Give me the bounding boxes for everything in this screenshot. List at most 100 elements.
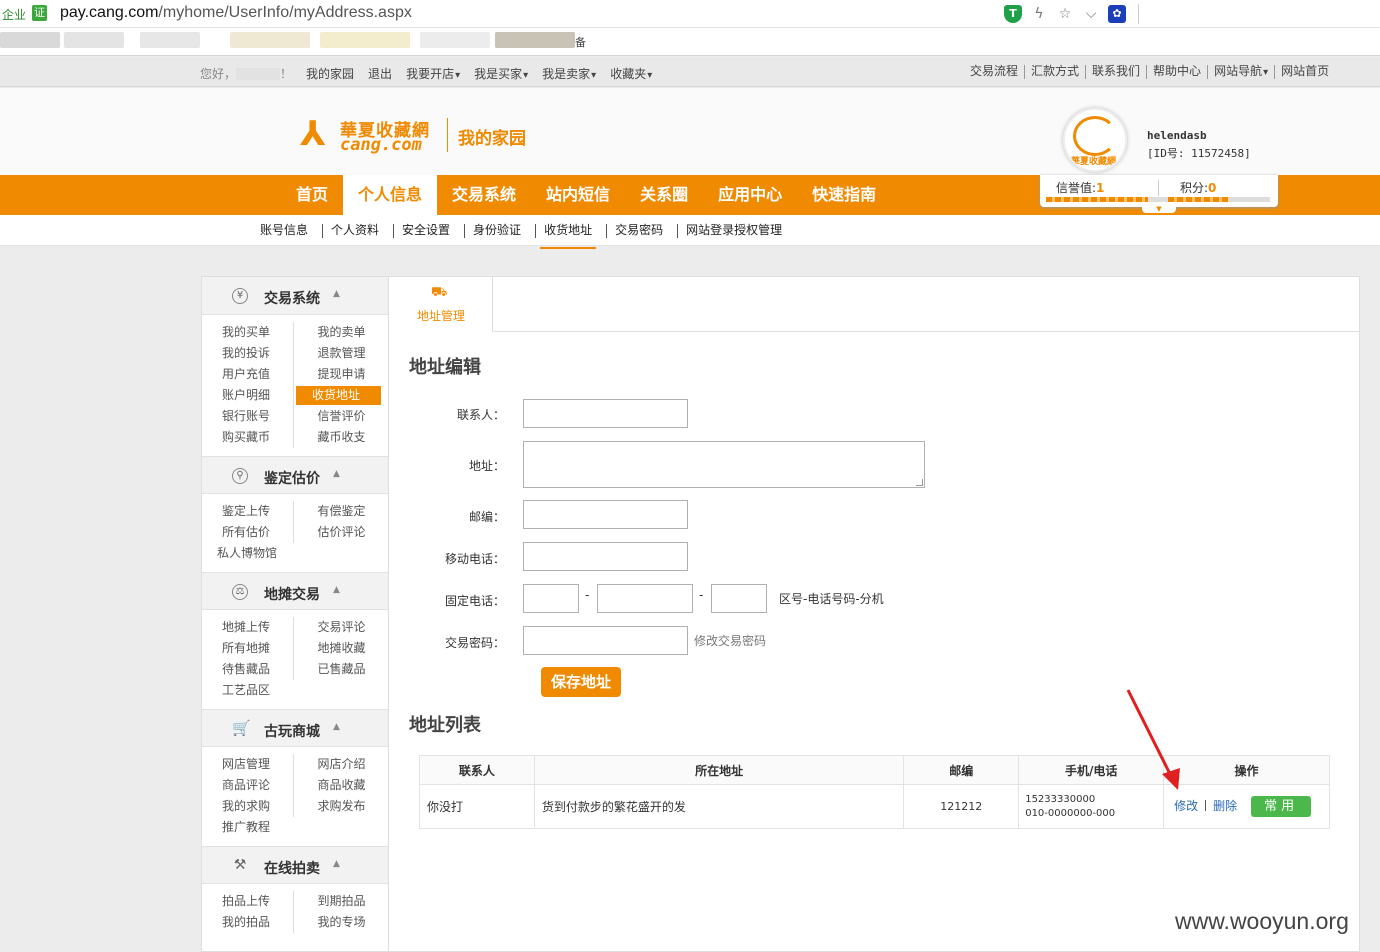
phone-number-input[interactable] (597, 584, 693, 613)
subnav-trade-password[interactable]: 交易密码 (606, 224, 671, 238)
sidebar-link[interactable]: 藏币收支 (294, 427, 389, 448)
subnav-profile[interactable]: 个人资料 (322, 224, 387, 238)
mobile-input[interactable] (523, 542, 688, 571)
sidebar-link[interactable]: 我的投诉 (202, 343, 294, 364)
top-link-logout[interactable]: 退出 (368, 65, 392, 82)
sidebar-link[interactable]: 工艺品区 (202, 680, 294, 701)
top-link-trade-flow[interactable]: 交易流程 (970, 65, 1024, 79)
top-link-payment[interactable]: 汇款方式 (1024, 65, 1085, 79)
set-default-button[interactable]: 常用 (1251, 796, 1312, 817)
avatar-logo-icon (1073, 116, 1117, 156)
security-shield-icon[interactable]: T (1004, 5, 1022, 23)
top-link-site-home[interactable]: 网站首页 (1274, 65, 1335, 79)
sidebar-link[interactable]: 商品评论 (202, 775, 294, 796)
sidebar-link[interactable]: 所有估价 (202, 522, 294, 543)
sidebar-link[interactable]: 网店介绍 (294, 754, 389, 775)
sidebar-link[interactable]: 已售藏品 (294, 659, 389, 680)
sidebar-link[interactable]: 求购发布 (294, 796, 389, 817)
sidebar-link[interactable]: 推广教程 (202, 817, 294, 838)
subnav-identity[interactable]: 身份验证 (464, 224, 529, 238)
sidebar-link[interactable]: 所有地摊 (202, 638, 294, 659)
address-textarea[interactable] (523, 441, 925, 488)
sidebar-section-auction[interactable]: ⚒ 在线拍卖 ▲ (202, 846, 388, 884)
sidebar-link[interactable]: 鉴定上传 (202, 501, 294, 522)
points-progress-bar (1168, 197, 1228, 202)
sidebar-link[interactable]: 到期拍品 (294, 891, 389, 912)
sidebar-section-mall[interactable]: 🛒 古玩商城 ▲ (202, 709, 388, 747)
contact-input[interactable] (523, 399, 688, 428)
chevron-down-icon[interactable]: ⌵ (1082, 5, 1100, 23)
zip-input[interactable] (523, 500, 688, 529)
nav-app-center[interactable]: 应用中心 (703, 175, 797, 215)
sidebar-link[interactable]: 账户明细 (202, 385, 294, 406)
sidebar-link[interactable]: 我的卖单 (294, 322, 389, 343)
sidebar-link-shipping-address-active[interactable]: 收货地址 (296, 386, 381, 405)
sidebar-link[interactable]: 我的专场 (294, 912, 389, 933)
sidebar-link[interactable]: 信誉评价 (294, 406, 389, 427)
sidebar-link[interactable]: 交易评论 (294, 617, 389, 638)
save-address-button[interactable]: 保存地址 (541, 667, 621, 697)
nav-quick-guide[interactable]: 快速指南 (797, 175, 891, 215)
sidebar-link[interactable]: 商品收藏 (294, 775, 389, 796)
extension-input[interactable] (711, 584, 767, 613)
sidebar-link[interactable]: 我的求购 (202, 796, 294, 817)
lightning-icon[interactable]: ϟ (1030, 5, 1048, 23)
browser-address-bar: 企业 证 pay.cang.com/myhome/UserInfo/myAddr… (0, 0, 1380, 28)
table-row: 你没打 货到付款步的繁花盛开的发 121212 15233330000 010-… (419, 784, 1330, 829)
nav-messages[interactable]: 站内短信 (531, 175, 625, 215)
nav-trade-system[interactable]: 交易系统 (437, 175, 531, 215)
tab-address-management[interactable]: ⛟ 地址管理 (389, 277, 493, 332)
sidebar-section-title: 古玩商城 (264, 724, 320, 740)
star-bookmark-icon[interactable]: ☆ (1056, 5, 1074, 23)
nav-relations[interactable]: 关系圈 (625, 175, 703, 215)
sidebar-link[interactable]: 地摊收藏 (294, 638, 389, 659)
subnav-security[interactable]: 安全设置 (393, 224, 458, 238)
sidebar-section-trade[interactable]: ¥ 交易系统 ▲ (202, 277, 388, 315)
bookmarks-bar: 备 (0, 28, 1380, 56)
credit-toggle-icon[interactable]: ▼ (1142, 205, 1176, 213)
delete-link[interactable]: 删除 (1213, 799, 1237, 813)
sidebar-link[interactable]: 拍品上传 (202, 891, 294, 912)
url-field[interactable]: pay.cang.com/myhome/UserInfo/myAddress.a… (60, 4, 412, 22)
sidebar-link[interactable]: 银行账号 (202, 406, 294, 427)
subnav-login-auth[interactable]: 网站登录授权管理 (677, 224, 790, 238)
top-link-site-nav[interactable]: 网站导航 (1207, 65, 1274, 79)
top-link-my-home[interactable]: 我的家园 (306, 65, 354, 82)
sidebar-section-stall[interactable]: ⚖ 地摊交易 ▲ (202, 572, 388, 610)
site-logo[interactable]: ⅄ 華夏收藏網 cang.com (300, 116, 440, 156)
sidebar-link[interactable]: 用户充值 (202, 364, 294, 385)
top-link-open-shop[interactable]: 我要开店 (406, 65, 460, 82)
trade-password-input[interactable] (523, 626, 688, 655)
sidebar-link[interactable]: 我的拍品 (202, 912, 294, 933)
sidebar-link[interactable]: 提现申请 (294, 364, 389, 385)
paw-extension-icon[interactable]: ✿ (1108, 5, 1126, 23)
avatar[interactable]: 華夏收藏網 (1063, 108, 1127, 172)
sidebar-section-appraisal[interactable]: ⚲ 鉴定估价 ▲ (202, 456, 388, 494)
chevron-up-icon: ▲ (333, 469, 340, 479)
sidebar-links-trade: 我的买单 我的卖单 我的投诉 退款管理 用户充值 提现申请 账户明细 收货地址 银行账号… (202, 315, 388, 456)
cell-zip: 121212 (903, 784, 1020, 829)
top-link-contact[interactable]: 联系我们 (1085, 65, 1146, 79)
subnav-account-info[interactable]: 账号信息 (252, 224, 316, 238)
sidebar-link[interactable]: 购买藏币 (202, 427, 294, 448)
nav-home[interactable]: 首页 (281, 175, 343, 215)
sidebar-link[interactable]: 退款管理 (294, 343, 389, 364)
sidebar-link[interactable]: 有偿鉴定 (294, 501, 389, 522)
area-code-input[interactable] (523, 584, 579, 613)
certificate-icon[interactable]: 证 (32, 5, 47, 21)
top-link-help[interactable]: 帮助中心 (1146, 65, 1207, 79)
top-link-buyer[interactable]: 我是买家 (474, 65, 528, 82)
sidebar-links-auction: 拍品上传 到期拍品 我的拍品 我的专场 (202, 884, 388, 941)
nav-personal-info[interactable]: 个人信息 (343, 175, 438, 215)
sidebar-link[interactable]: 网店管理 (202, 754, 294, 775)
sidebar-link[interactable]: 地摊上传 (202, 617, 294, 638)
change-password-link[interactable]: 修改交易密码 (694, 632, 766, 649)
top-link-favorites[interactable]: 收藏夹 (610, 65, 652, 82)
sidebar-link[interactable]: 我的买单 (202, 322, 294, 343)
sidebar-link[interactable]: 待售藏品 (202, 659, 294, 680)
edit-link[interactable]: 修改 (1174, 799, 1198, 813)
sidebar-link[interactable]: 估价评论 (294, 522, 389, 543)
subnav-shipping-address[interactable]: 收货地址 (535, 224, 600, 249)
top-link-seller[interactable]: 我是卖家 (542, 65, 596, 82)
sidebar-link[interactable]: 私人博物馆 (202, 543, 294, 564)
